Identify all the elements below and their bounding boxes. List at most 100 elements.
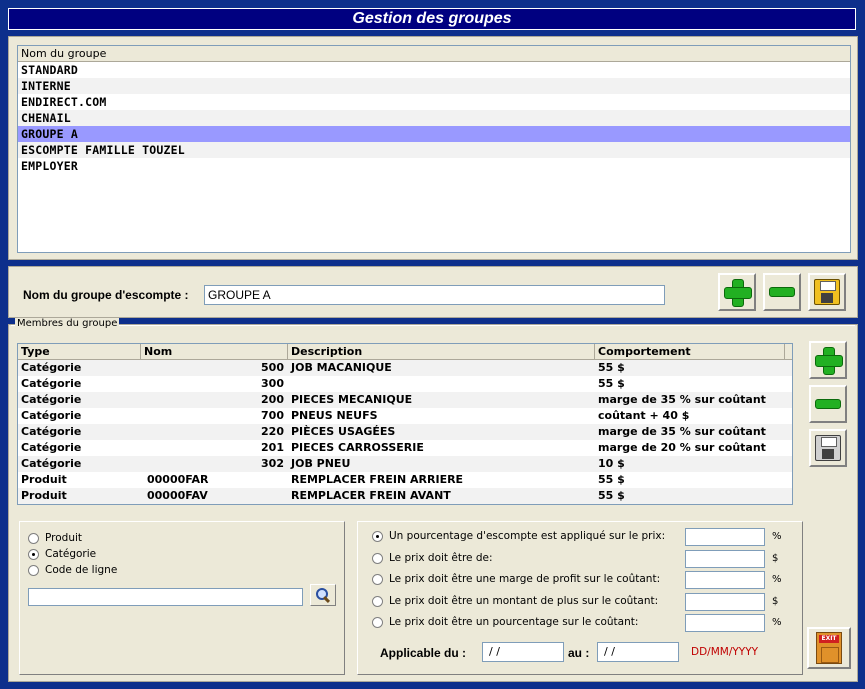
table-row[interactable]: Catégorie 200 PIECES MECANIQUE marge de … (18, 392, 792, 408)
pricing-option-label: Le prix doit être un montant de plus sur… (389, 595, 659, 607)
pricing-unit: % (772, 574, 782, 585)
group-list-item-selected[interactable]: GROUPE A (18, 126, 850, 142)
cell-type: Catégorie (21, 393, 82, 406)
pricing-value-input[interactable] (685, 528, 765, 546)
cell-comportement: 55 $ (598, 489, 625, 502)
radio-button[interactable] (372, 595, 383, 607)
radio-button[interactable] (28, 532, 39, 544)
radio-button[interactable] (372, 552, 383, 564)
remove-member-button[interactable] (809, 385, 847, 423)
radio-code-de-ligne[interactable]: Code de ligne (28, 564, 117, 576)
pricing-value-input[interactable] (685, 593, 765, 611)
minus-icon (769, 287, 795, 297)
pricing-option[interactable]: Le prix doit être une marge de profit su… (372, 573, 660, 585)
radio-produit[interactable]: Produit (28, 532, 82, 544)
pricing-option[interactable]: Le prix doit être un pourcentage sur le … (372, 616, 638, 628)
cell-nom: 00000FAR (147, 473, 209, 486)
table-row[interactable]: Catégorie 302 JOB PNEU 10 $ (18, 456, 792, 472)
cell-nom: 302 (261, 457, 284, 470)
pricing-option[interactable]: Le prix doit être de: (372, 552, 493, 564)
cell-description: REMPLACER FREIN AVANT (291, 489, 451, 502)
radio-code-de-ligne-label: Code de ligne (45, 564, 118, 576)
cell-comportement: marge de 35 % sur coûtant (598, 425, 766, 438)
group-name-panel: Nom du groupe d'escompte : GROUPE A (8, 266, 858, 318)
cell-comportement: 10 $ (598, 457, 625, 470)
radio-button[interactable] (28, 564, 39, 576)
save-member-button[interactable] (809, 429, 847, 467)
cell-type: Produit (21, 489, 67, 502)
pricing-value-input[interactable] (685, 571, 765, 589)
group-list-item[interactable]: ESCOMPTE FAMILLE TOUZEL (18, 142, 850, 158)
cell-description (288, 376, 595, 392)
column-header-nom[interactable]: Nom (141, 344, 288, 359)
cell-type: Catégorie (21, 457, 82, 470)
group-list-item[interactable]: CHENAIL (18, 110, 850, 126)
members-table-header: Type Nom Description Comportement (18, 344, 792, 360)
cell-description: PIÈCES USAGÉES (291, 425, 396, 438)
plus-icon (815, 347, 843, 375)
remove-group-button[interactable] (763, 273, 801, 311)
table-row[interactable]: Catégorie 500 JOB MACANIQUE 55 $ (18, 360, 792, 376)
applicable-from-input[interactable]: / / (482, 642, 564, 662)
table-row[interactable]: Catégorie 201 PIECES CARROSSERIE marge d… (18, 440, 792, 456)
table-row[interactable]: Catégorie 700 PNEUS NEUFS coûtant + 40 $ (18, 408, 792, 424)
pricing-option-label: Le prix doit être un pourcentage sur le … (389, 616, 639, 628)
radio-button[interactable] (372, 616, 383, 628)
column-header-comportement[interactable]: Comportement (595, 344, 785, 359)
exit-button[interactable]: EXIT (807, 627, 851, 669)
table-row[interactable]: Catégorie 300 55 $ (18, 376, 792, 392)
add-member-button[interactable] (809, 341, 847, 379)
radio-button-checked[interactable] (372, 530, 383, 542)
cell-nom: 200 (261, 393, 284, 406)
group-list-item[interactable]: INTERNE (18, 78, 850, 94)
cell-description: JOB MACANIQUE (291, 361, 392, 374)
table-row[interactable]: Produit 00000FAV REMPLACER FREIN AVANT 5… (18, 488, 792, 504)
exit-door-icon: EXIT (816, 632, 842, 664)
pricing-option[interactable]: Le prix doit être un montant de plus sur… (372, 595, 658, 607)
groups-listbox[interactable]: Nom du groupe STANDARD INTERNE ENDIRECT.… (17, 45, 851, 253)
members-table[interactable]: Type Nom Description Comportement Catégo… (17, 343, 793, 505)
add-group-button[interactable] (718, 273, 756, 311)
group-name-label: Nom du groupe d'escompte : (23, 288, 189, 302)
cell-description: PNEUS NEUFS (291, 409, 378, 422)
cell-type: Catégorie (21, 409, 82, 422)
cell-nom: 300 (261, 377, 284, 390)
table-row[interactable]: Catégorie 220 PIÈCES USAGÉES marge de 35… (18, 424, 792, 440)
cell-type: Produit (21, 473, 67, 486)
type-options-panel: Produit Catégorie Code de ligne (19, 521, 345, 675)
column-header-description[interactable]: Description (288, 344, 595, 359)
group-name-input[interactable]: GROUPE A (204, 285, 665, 305)
cell-nom: 220 (261, 425, 284, 438)
group-list-item[interactable]: EMPLOYER (18, 158, 850, 174)
cell-comportement: 55 $ (598, 361, 625, 374)
group-list-item[interactable]: ENDIRECT.COM (18, 94, 850, 110)
radio-button[interactable] (372, 573, 383, 585)
applicable-to-input[interactable]: / / (597, 642, 679, 662)
group-list-item[interactable]: STANDARD (18, 62, 850, 78)
cell-nom: 500 (261, 361, 284, 374)
radio-categorie[interactable]: Catégorie (28, 548, 96, 560)
member-search-input[interactable] (28, 588, 303, 606)
pricing-value-input[interactable] (685, 550, 765, 568)
pricing-option-label: Un pourcentage d'escompte est appliqué s… (389, 530, 666, 542)
pricing-option[interactable]: Un pourcentage d'escompte est appliqué s… (372, 530, 665, 542)
applicable-to-label: au : (568, 646, 590, 660)
cell-nom: 700 (261, 409, 284, 422)
pricing-option-label: Le prix doit être de: (389, 552, 493, 564)
radio-button-checked[interactable] (28, 548, 39, 560)
pricing-unit: % (772, 617, 782, 628)
cell-type: Catégorie (21, 425, 82, 438)
cell-comportement: marge de 35 % sur coûtant (598, 393, 766, 406)
cell-description: REMPLACER FREIN ARRIERE (291, 473, 464, 486)
search-button[interactable] (310, 584, 336, 606)
save-group-button[interactable] (808, 273, 846, 311)
groups-list-header[interactable]: Nom du groupe (18, 46, 850, 62)
cell-comportement: marge de 20 % sur coûtant (598, 441, 766, 454)
exit-sign: EXIT (819, 635, 839, 643)
table-row[interactable]: Produit 00000FAR REMPLACER FREIN ARRIERE… (18, 472, 792, 488)
column-header-type[interactable]: Type (18, 344, 141, 359)
cell-nom: 201 (261, 441, 284, 454)
pricing-value-input[interactable] (685, 614, 765, 632)
floppy-disk-icon (814, 279, 840, 305)
pricing-unit: $ (772, 596, 779, 607)
